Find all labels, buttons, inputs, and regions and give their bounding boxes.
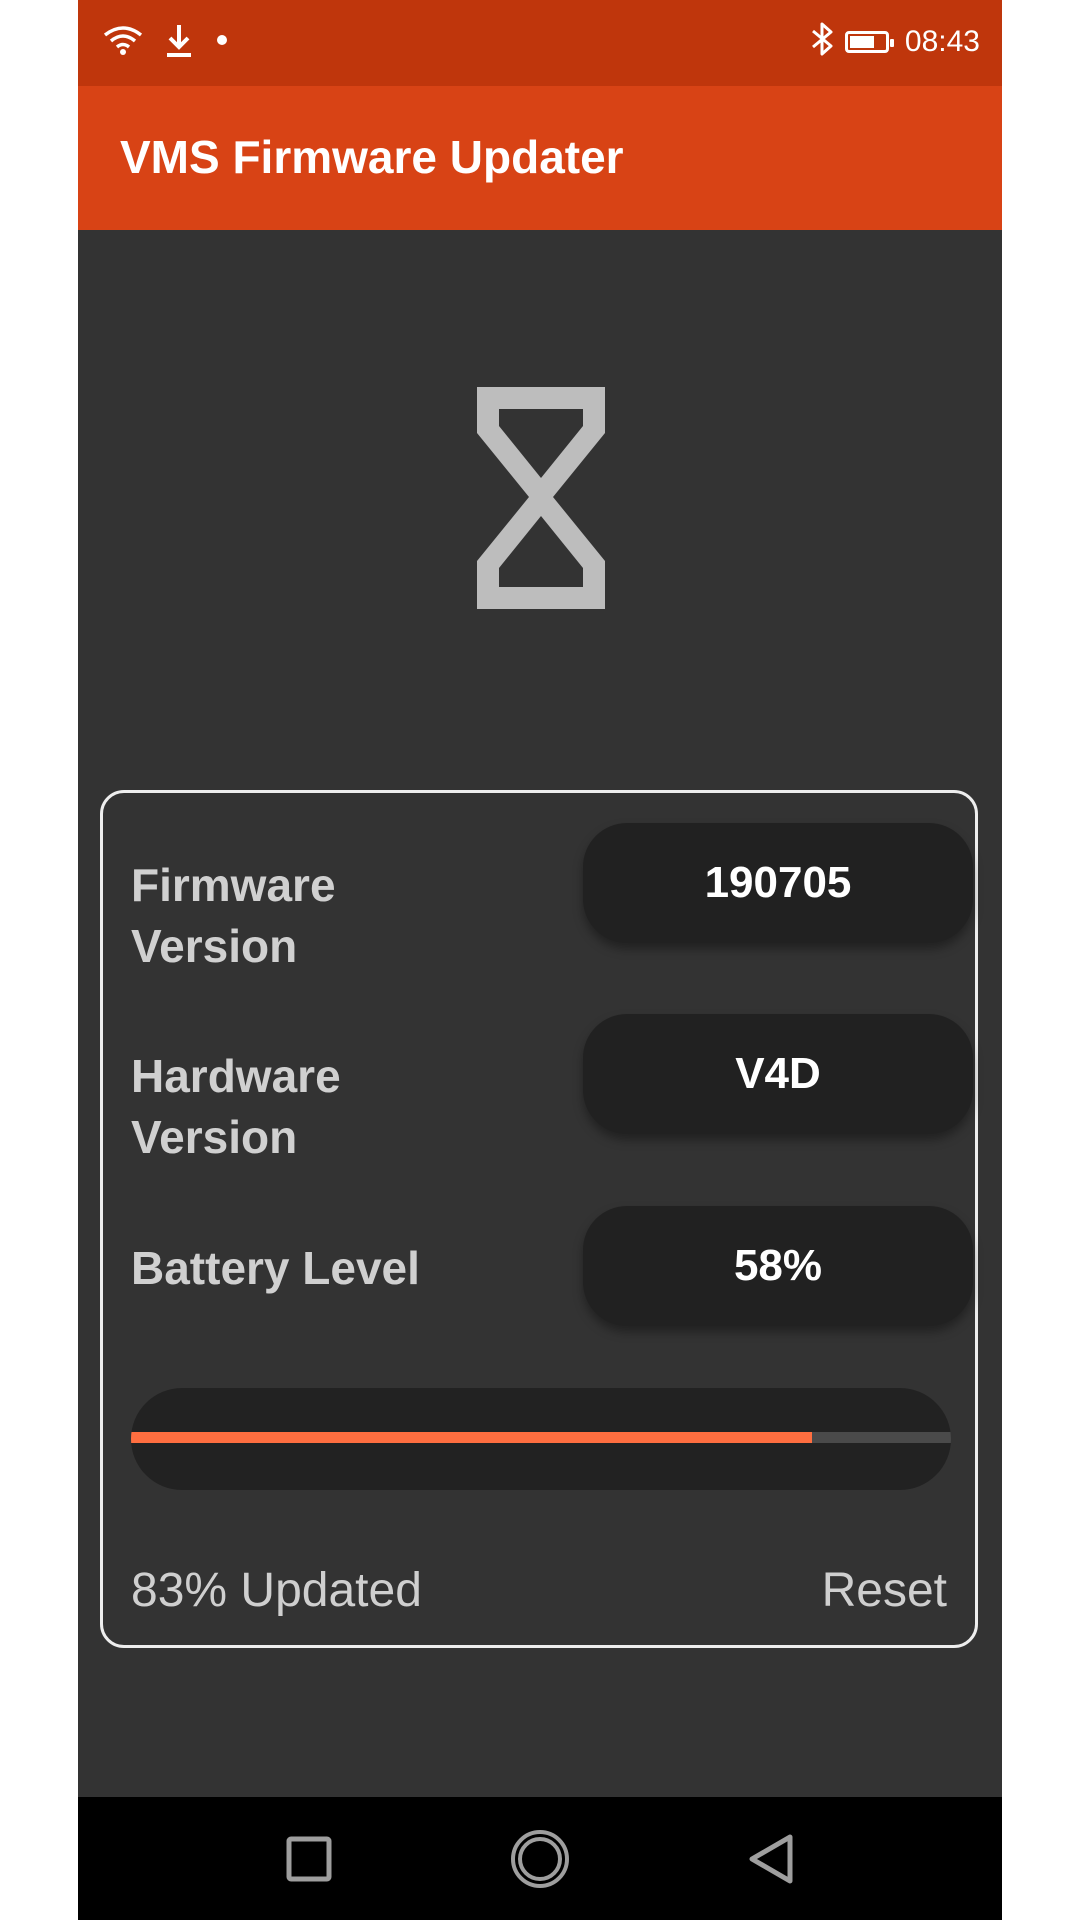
progress-rail — [131, 1432, 951, 1443]
back-triangle-icon[interactable] — [740, 1827, 804, 1891]
status-bar: 08:43 — [78, 0, 1002, 86]
update-progress-bar — [131, 1388, 951, 1490]
app-bar: VMS Firmware Updater — [78, 86, 1002, 230]
home-circle-icon[interactable] — [508, 1827, 572, 1891]
battery-level-label: Battery Level — [131, 1242, 420, 1294]
update-status-text: 83% Updated — [131, 1564, 422, 1617]
hardware-version-value: V4D — [583, 1014, 973, 1134]
battery-icon — [844, 30, 894, 53]
navigation-bar — [78, 1797, 1002, 1920]
recents-square-icon[interactable] — [277, 1827, 341, 1891]
reset-button[interactable]: Reset — [822, 1563, 947, 1618]
status-time: 08:43 — [904, 24, 980, 58]
firmware-version-text: 190705 — [704, 858, 852, 907]
hardware-version-text: V4D — [735, 1049, 821, 1098]
firmware-version-value: 190705 — [583, 823, 973, 943]
app-title: VMS Firmware Updater — [120, 131, 624, 183]
hourglass-icon — [468, 378, 614, 618]
hardware-version-label: Hardware Version — [131, 1050, 341, 1163]
wifi-icon — [102, 25, 144, 60]
notification-dot-icon — [214, 32, 230, 53]
device-info-card: Firmware Version 190705 Hardware Version… — [100, 790, 978, 1648]
phone-screen: 08:43 VMS Firmware Updater Firmware Vers… — [78, 0, 1002, 1920]
battery-level-value: 58% — [583, 1206, 973, 1326]
firmware-version-label: Firmware Version — [131, 859, 336, 972]
battery-level-text: 58% — [733, 1241, 823, 1290]
progress-fill — [131, 1432, 812, 1443]
download-icon — [164, 22, 194, 63]
bluetooth-icon — [809, 22, 835, 61]
